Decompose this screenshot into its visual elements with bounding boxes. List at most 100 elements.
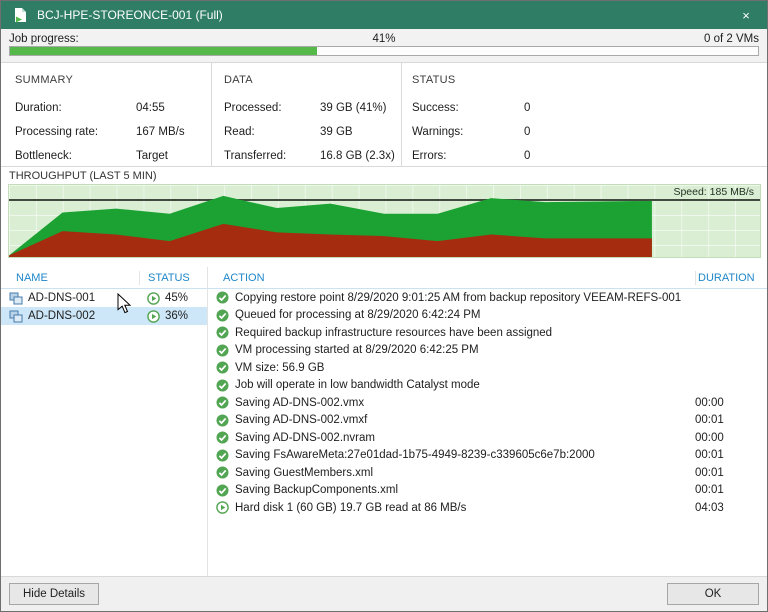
success-check-icon <box>216 466 229 479</box>
success-check-icon <box>216 414 229 427</box>
column-header-action: ACTION <box>223 271 265 284</box>
action-duration: 04:03 <box>695 501 724 514</box>
action-row[interactable]: Job will operate in low bandwidth Cataly… <box>208 377 767 395</box>
status-errors-row: Errors: 0 <box>412 144 767 168</box>
action-text: Hard disk 1 (60 GB) 19.7 GB read at 86 M… <box>235 501 467 514</box>
vm-list-header: NAME STATUS <box>1 267 207 289</box>
summary-panel: SUMMARY Duration: 04:55 Processing rate:… <box>1 63 211 166</box>
progress-bar-fill <box>10 47 317 55</box>
vm-list: NAME STATUS AD-DNS-001 45% AD-DNS-002 36% <box>1 267 208 576</box>
summary-duration-row: Duration: 04:55 <box>15 96 211 120</box>
action-text: Job will operate in low bandwidth Cataly… <box>235 379 480 392</box>
success-check-icon <box>216 396 229 409</box>
data-read-row: Read: 39 GB <box>224 120 401 144</box>
success-check-icon <box>216 484 229 497</box>
errors-label: Errors: <box>412 150 447 162</box>
processed-label: Processed: <box>224 102 282 114</box>
footer: Hide Details OK <box>1 576 767 611</box>
action-row[interactable]: Saving GuestMembers.xml 00:01 <box>208 464 767 482</box>
bottleneck-value: Target <box>136 150 168 162</box>
warnings-value: 0 <box>524 126 531 138</box>
action-row[interactable]: Saving FsAwareMeta:27e01dad-1b75-4949-82… <box>208 447 767 465</box>
vm-row-ad-dns-001[interactable]: AD-DNS-001 45% <box>1 289 207 307</box>
action-duration: 00:00 <box>695 396 724 409</box>
action-duration: 00:01 <box>695 414 724 427</box>
success-check-icon <box>216 361 229 374</box>
vm-status-play-icon <box>147 291 160 305</box>
action-text: Saving AD-DNS-002.vmx <box>235 396 365 409</box>
action-duration: 00:01 <box>695 466 724 479</box>
vm-status-percent: 36% <box>165 310 189 322</box>
status-success-row: Success: 0 <box>412 96 767 120</box>
action-text: VM size: 56.9 GB <box>235 361 325 374</box>
status-warnings-row: Warnings: 0 <box>412 120 767 144</box>
action-text: Required backup infrastructure resources… <box>235 326 553 339</box>
success-check-icon <box>216 309 229 322</box>
errors-value: 0 <box>524 150 531 162</box>
action-text: Saving AD-DNS-002.nvram <box>235 431 375 444</box>
vm-row-ad-dns-002[interactable]: AD-DNS-002 36% <box>1 307 207 325</box>
action-duration: 00:01 <box>695 449 724 462</box>
vm-status-percent: 45% <box>165 292 189 304</box>
action-row[interactable]: VM processing started at 8/29/2020 6:42:… <box>208 342 767 360</box>
column-header-duration: DURATION <box>695 270 767 285</box>
warnings-label: Warnings: <box>412 126 464 138</box>
action-list-header: ACTION DURATION <box>208 267 767 289</box>
details-lists: NAME STATUS AD-DNS-001 45% AD-DNS-002 36% A… <box>1 267 767 576</box>
status-heading: STATUS <box>412 74 456 86</box>
throughput-heading: THROUGHPUT (LAST 5 MIN) <box>9 170 157 182</box>
action-row[interactable]: Copying restore point 8/29/2020 9:01:25 … <box>208 289 767 307</box>
vm-status-play-icon <box>147 309 160 323</box>
transferred-label: Transferred: <box>224 150 287 162</box>
success-value: 0 <box>524 102 531 114</box>
duration-value: 04:55 <box>136 102 165 114</box>
hide-details-button[interactable]: Hide Details <box>9 583 99 605</box>
window-title: BCJ-HPE-STOREONCE-001 (Full) <box>37 8 223 22</box>
action-list: ACTION DURATION Copying restore point 8/… <box>208 267 767 576</box>
action-row[interactable]: Saving BackupComponents.xml 00:01 <box>208 482 767 500</box>
action-duration: 00:00 <box>695 431 724 444</box>
summary-heading: SUMMARY <box>15 74 74 86</box>
ok-button[interactable]: OK <box>667 583 759 605</box>
action-text: Saving GuestMembers.xml <box>235 466 374 479</box>
data-transferred-row: Transferred: 16.8 GB (2.3x) <box>224 144 401 168</box>
veeam-job-icon <box>13 7 28 23</box>
success-check-icon <box>216 379 229 392</box>
action-duration: 00:01 <box>695 484 724 497</box>
success-check-icon <box>216 449 229 462</box>
progress-bar <box>9 46 759 56</box>
action-text: Copying restore point 8/29/2020 9:01:25 … <box>235 291 682 304</box>
action-row[interactable]: Saving AD-DNS-002.vmxf 00:01 <box>208 412 767 430</box>
success-check-icon <box>216 431 229 444</box>
job-progress-vm-count: 0 of 2 VMs <box>704 33 759 45</box>
duration-label: Duration: <box>15 102 62 114</box>
speed-label: Speed: 185 MB/s <box>673 186 754 198</box>
titlebar: BCJ-HPE-STOREONCE-001 (Full) × <box>1 1 767 29</box>
bottleneck-label: Bottleneck: <box>15 150 72 162</box>
action-row[interactable]: Saving AD-DNS-002.vmx 00:00 <box>208 394 767 412</box>
column-header-status: STATUS <box>139 270 190 285</box>
action-rows-container: Copying restore point 8/29/2020 9:01:25 … <box>208 289 767 517</box>
close-button[interactable]: × <box>725 1 767 29</box>
vm-icon <box>9 310 23 322</box>
vm-rows-container: AD-DNS-001 45% AD-DNS-002 36% <box>1 289 207 325</box>
action-row[interactable]: Queued for processing at 8/29/2020 6:42:… <box>208 307 767 325</box>
status-panel: STATUS Success: 0 Warnings: 0 Errors: 0 <box>401 63 767 166</box>
data-heading: DATA <box>224 74 253 86</box>
action-text: Saving FsAwareMeta:27e01dad-1b75-4949-82… <box>235 449 595 462</box>
job-progress-percent: 41% <box>372 33 396 45</box>
action-row[interactable]: Required backup infrastructure resources… <box>208 324 767 342</box>
success-check-icon <box>216 344 229 357</box>
info-panel: SUMMARY Duration: 04:55 Processing rate:… <box>1 62 767 167</box>
processing-rate-label: Processing rate: <box>15 126 99 138</box>
success-label: Success: <box>412 102 459 114</box>
success-check-icon <box>216 291 229 304</box>
progress-section: Job progress: 41% 0 of 2 VMs <box>1 29 767 62</box>
data-panel: DATA Processed: 39 GB (41%) Read: 39 GB … <box>211 63 401 166</box>
throughput-chart: Speed: 185 MB/s <box>8 184 761 258</box>
read-label: Read: <box>224 126 255 138</box>
action-row[interactable]: Hard disk 1 (60 GB) 19.7 GB read at 86 M… <box>208 499 767 517</box>
action-row[interactable]: VM size: 56.9 GB <box>208 359 767 377</box>
processing-rate-value: 167 MB/s <box>136 126 185 138</box>
action-row[interactable]: Saving AD-DNS-002.nvram 00:00 <box>208 429 767 447</box>
